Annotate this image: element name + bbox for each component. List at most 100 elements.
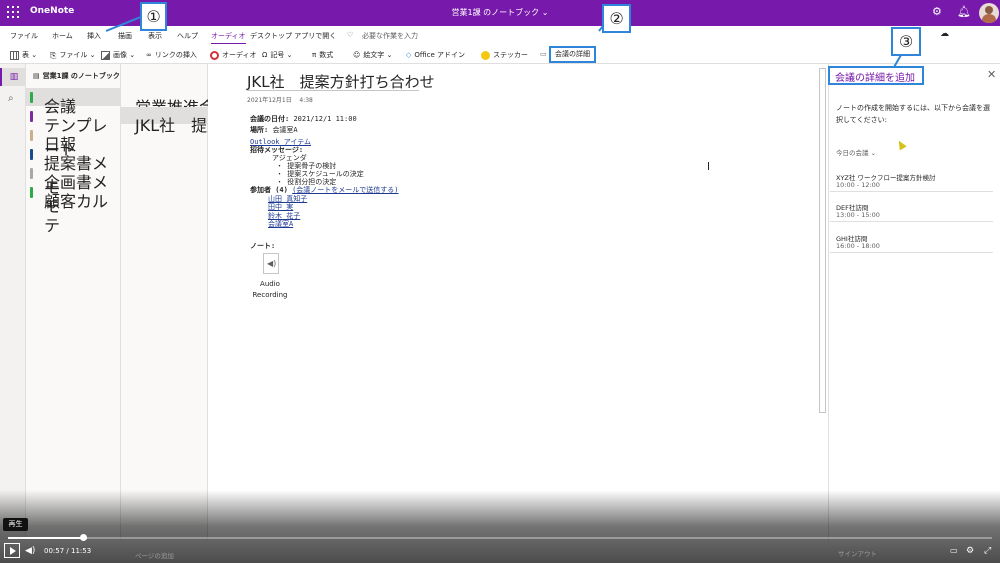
catchup-icon[interactable]: ☁ bbox=[940, 29, 949, 39]
settings-icon[interactable]: ⚙ bbox=[932, 6, 942, 18]
page-item[interactable]: 営業推進会議 bbox=[121, 89, 231, 117]
send-mail-link[interactable]: (会議ノートをメールで送信する) bbox=[292, 186, 398, 194]
insert-emoji-label: 絵文字 ⌄ bbox=[363, 51, 393, 59]
location-value: 会議室A bbox=[272, 126, 298, 134]
tell-me-input[interactable]: 必要な作業を入力 bbox=[362, 31, 418, 41]
omega-icon: Ω bbox=[262, 51, 268, 59]
page-item-selected[interactable]: JKL社 提案方針打ち合... bbox=[121, 107, 318, 135]
canvas-scrollbar[interactable] bbox=[819, 68, 826, 413]
record-icon bbox=[210, 50, 219, 60]
title-underline bbox=[247, 90, 419, 91]
video-progress-fill bbox=[8, 537, 87, 539]
audio-label-line2: Recording bbox=[252, 291, 288, 299]
office-addins-label: Office アドイン bbox=[414, 51, 466, 59]
section-label: 顧客カルテ bbox=[44, 192, 109, 235]
insert-audio-button[interactable]: オーディオ bbox=[210, 50, 257, 60]
section-item-kokyaku[interactable]: 顧客カルテ bbox=[26, 183, 121, 235]
section-item-kaigi[interactable]: 会議 bbox=[26, 88, 121, 116]
open-desktop-app-link[interactable]: デスクトップ アプリで開く bbox=[250, 31, 336, 41]
insert-sticker-label: ステッカー bbox=[493, 51, 528, 59]
section-color-bar bbox=[30, 111, 33, 122]
table-icon bbox=[10, 50, 19, 60]
audio-recording-attachment[interactable]: ◀) bbox=[263, 253, 279, 274]
insert-equation-label: 数式 bbox=[319, 51, 334, 59]
section-color-bar bbox=[30, 168, 33, 179]
tab-draw[interactable]: 描画 bbox=[118, 31, 132, 41]
meeting-list-item[interactable]: XYZ社 ワークフロー提案方針検討 10:00 - 12:00 bbox=[830, 166, 993, 192]
notebook-selector[interactable]: ▤営業1課 のノートブック ⌄ bbox=[33, 71, 128, 81]
video-time: 00:57 / 11:53 bbox=[44, 547, 91, 555]
insert-emoji-button[interactable]: ☺ 絵文字 ⌄ bbox=[353, 50, 392, 60]
bell-icon[interactable]: 🔔︎ bbox=[957, 6, 971, 18]
insert-audio-label: オーディオ bbox=[222, 51, 257, 59]
meeting-details-button[interactable]: 会議の詳細 bbox=[549, 46, 596, 63]
location-label: 場所: bbox=[250, 126, 269, 134]
insert-sticker-button[interactable]: ステッカー bbox=[481, 50, 528, 60]
tab-audio[interactable]: オーディオ bbox=[211, 31, 246, 45]
tab-file[interactable]: ファイル bbox=[10, 31, 38, 41]
section-item-nippo[interactable]: 日報 bbox=[26, 126, 121, 154]
left-rail: ▥ ⌕ bbox=[0, 64, 26, 540]
close-icon[interactable]: ✕ bbox=[987, 69, 996, 80]
insert-file-label: ファイル ⌄ bbox=[59, 51, 96, 59]
smiley-icon: ☺ bbox=[353, 51, 361, 59]
lightbulb-icon: ♡ bbox=[347, 31, 354, 39]
page-time: 4:38 bbox=[299, 97, 313, 104]
section-item-teiansho[interactable]: 提案書メモ bbox=[26, 145, 121, 197]
page-datetime: 2021年12月1日 4:38 bbox=[247, 95, 313, 104]
insert-symbol-button[interactable]: Ω 記号 ⌄ bbox=[262, 50, 292, 60]
page-date: 2021年12月1日 bbox=[247, 97, 292, 104]
volume-icon[interactable]: ◀) bbox=[25, 546, 35, 556]
avatar[interactable] bbox=[979, 3, 999, 23]
captions-icon[interactable]: ▭ bbox=[950, 546, 958, 556]
section-color-bar bbox=[30, 187, 33, 198]
section-color-bar bbox=[30, 130, 33, 141]
insert-link-button[interactable]: ∞ リンクの挿入 bbox=[146, 50, 197, 60]
tab-view[interactable]: 表示 bbox=[148, 31, 162, 41]
text-cursor bbox=[708, 162, 709, 170]
duration: 11:53 bbox=[71, 547, 92, 555]
video-progress-bar[interactable] bbox=[8, 537, 992, 539]
audio-label-line1: Audio bbox=[260, 280, 280, 288]
notebooks-icon[interactable]: ▥ bbox=[0, 68, 26, 86]
section-color-bar bbox=[30, 149, 33, 160]
insert-image-button[interactable]: 画像 ⌄ bbox=[101, 50, 135, 60]
video-progress-handle[interactable] bbox=[80, 534, 87, 541]
insert-equation-button[interactable]: π 数式 bbox=[312, 50, 333, 60]
play-button[interactable] bbox=[4, 543, 20, 558]
sign-out-link[interactable]: サインアウト bbox=[838, 548, 877, 558]
paperclip-icon: ⎘ bbox=[50, 50, 57, 60]
meeting-list-item[interactable]: GHI社訪問 16:00 - 18:00 bbox=[830, 227, 993, 253]
meeting-details-label: 会議の詳細 bbox=[555, 50, 590, 58]
meeting-time: 13:00 - 15:00 bbox=[836, 211, 880, 219]
sticker-icon bbox=[481, 50, 490, 60]
office-addins-button[interactable]: ◇ Office アドイン bbox=[406, 50, 465, 60]
section-item-template[interactable]: テンプレート bbox=[26, 107, 121, 159]
time-separator: / bbox=[66, 547, 69, 555]
meeting-list-item[interactable]: DEF社訪問 13:00 - 15:00 bbox=[830, 196, 993, 222]
calendar-icon: ▭ bbox=[540, 50, 547, 58]
page-title[interactable]: JKL社 提案方針打ち合わせ bbox=[247, 71, 435, 92]
insert-table-button[interactable]: 表 ⌄ bbox=[10, 50, 37, 60]
meeting-time: 16:00 - 18:00 bbox=[836, 242, 880, 250]
tab-home[interactable]: ホーム bbox=[52, 31, 73, 41]
fullscreen-icon[interactable]: ⤢ bbox=[984, 546, 991, 556]
image-icon bbox=[101, 50, 110, 60]
tab-insert[interactable]: 挿入 bbox=[87, 31, 101, 41]
pi-icon: π bbox=[312, 51, 317, 59]
add-page-button[interactable]: ページの追加 bbox=[135, 550, 174, 560]
date-dropdown[interactable]: 今日の会議 ⌄ bbox=[836, 147, 876, 157]
ribbon: 表 ⌄ ⎘ ファイル ⌄ 画像 ⌄ ∞ リンクの挿入 オーディオ Ω 記号 ⌄ π 数式… bbox=[0, 44, 1000, 64]
panel-title: 会議の詳細を追加 bbox=[835, 73, 915, 84]
settings-gear-icon[interactable]: ⚙ bbox=[966, 546, 974, 556]
attendee-link[interactable]: 会議室A bbox=[268, 219, 293, 229]
section-item-kikakusho[interactable]: 企画書メモ bbox=[26, 164, 121, 216]
insert-link-label: リンクの挿入 bbox=[154, 51, 197, 59]
search-icon[interactable]: ⌕ bbox=[8, 93, 14, 104]
insert-file-button[interactable]: ⎘ ファイル ⌄ bbox=[50, 50, 96, 60]
page-canvas[interactable] bbox=[208, 64, 820, 540]
meeting-date-value: 2021/12/1 11:00 bbox=[293, 115, 357, 123]
tab-help[interactable]: ヘルプ bbox=[177, 31, 198, 41]
notebook-name: 営業1課 のノートブック bbox=[42, 72, 120, 80]
insert-symbol-label: 記号 ⌄ bbox=[270, 51, 293, 59]
